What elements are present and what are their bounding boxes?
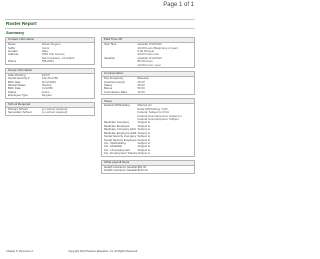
contact-section: Contact Information Name Robert Rogers Suf… <box>5 37 95 65</box>
field-row: Health Insurance (taxable) $150.00 <box>102 169 194 172</box>
footer-document-label: Chapter 6, Document 4 <box>6 250 33 253</box>
group-section: Group Information Start Working 10/1/6 Soc… <box>5 67 95 99</box>
taxes-section: Taxes Federal Withholding Married (2) Extr… <box>101 98 195 157</box>
field-row: 10.00 hours / year <box>102 64 194 67</box>
report-subtitle: Summary <box>6 29 25 35</box>
field-label: Employee Type <box>8 94 28 98</box>
field-value: 10.00 <box>137 90 145 94</box>
field-label: Health Insurance (taxable) <box>104 169 138 173</box>
left-column: Contact Information Name Robert Rogers Suf… <box>5 37 95 119</box>
field-label: CA - Employment Training Tax <box>104 152 138 156</box>
field-value: 555-8391 <box>41 60 54 64</box>
footer-copyright: Copyright 2014 Pearson Education, Inc. A… <box>68 250 138 253</box>
field-label: Phone <box>8 60 17 64</box>
field-label: Commission Rate <box>104 90 127 94</box>
compensation-section: Compensation Pay Frequency Biweekly Overti… <box>101 71 195 96</box>
page-number: Page 1 of 1 <box>163 2 194 8</box>
school-section: School Required Primary School (no school… <box>5 101 95 116</box>
header-rule <box>5 19 195 20</box>
field-label <box>104 64 137 67</box>
field-label: Secondary School <box>8 111 32 115</box>
other-payroll-section: Other payroll items Health Insurance (ta… <box>101 159 195 174</box>
field-row: Commission Rate 10.00 <box>102 91 194 94</box>
report-title: Roster Report <box>6 21 37 26</box>
field-row: Secondary School (no school required) <box>6 111 94 114</box>
field-value: Regular <box>41 94 52 98</box>
field-value: (no school required) <box>41 111 68 115</box>
field-value: 10.00 hours / year <box>137 63 161 67</box>
title-rule <box>5 28 195 29</box>
right-column: Paid Time Off Sick Time (default) 2/12/20… <box>101 37 195 177</box>
field-row: Employee Type Regular <box>6 94 94 97</box>
field-row: Phone 555-8391 <box>6 60 94 63</box>
paid-time-section: Paid Time Off Sick Time (default) 2/12/20… <box>101 37 195 69</box>
field-row: CA - Employment Training TaxSubject to <box>102 152 194 155</box>
field-value: $150.00 <box>137 169 148 173</box>
field-value: Subject to <box>137 152 151 156</box>
